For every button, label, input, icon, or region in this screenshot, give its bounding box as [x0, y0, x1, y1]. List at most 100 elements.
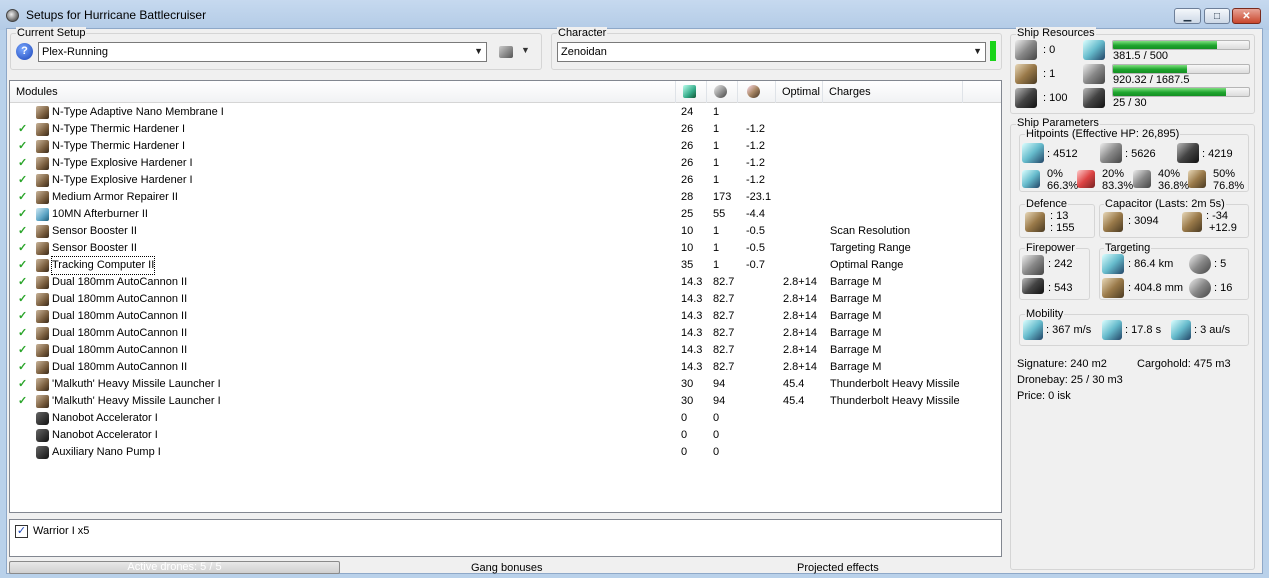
module-name: Dual 180mm AutoCannon II [52, 276, 188, 288]
targeting-range-icon [1102, 254, 1124, 274]
missile-launcher-icon [36, 395, 49, 408]
module-row[interactable]: ✓ 'Malkuth' Heavy Missile Launcher I 30 94 4… [10, 393, 1001, 410]
module-row[interactable]: ✓ N-Type Explosive Hardener I 26 1 -1.2 [10, 172, 1001, 189]
column-header-powergrid[interactable] [707, 81, 738, 103]
module-row[interactable]: ✓ Sensor Booster II 10 1 -0.5 Targeting Range [10, 240, 1001, 257]
module-cpu: 0 [681, 429, 688, 441]
align-time-icon [1102, 320, 1122, 340]
module-row[interactable]: ✓ N-Type Thermic Hardener I 26 1 -1.2 [10, 138, 1001, 155]
hardener-icon [36, 106, 49, 119]
minimize-button[interactable]: ▁ [1174, 8, 1201, 24]
armor-repairer-icon [36, 191, 49, 204]
module-name: Dual 180mm AutoCannon II [52, 293, 188, 305]
targeting-label: Targeting [1104, 242, 1152, 254]
module-row[interactable]: Nanobot Accelerator I 0 0 [10, 410, 1001, 427]
module-row[interactable]: Nanobot Accelerator I 0 0 [10, 427, 1001, 444]
module-cpu: 0 [681, 412, 688, 424]
column-header-modules[interactable]: Modules [10, 81, 676, 103]
module-row[interactable]: ✓ Dual 180mm AutoCannon II 14.3 82.7 2.8+14 B… [10, 291, 1001, 308]
module-cpu: 10 [681, 242, 694, 254]
title-bar[interactable]: Setups for Hurricane Battlecruiser ▁ □ ✕ [0, 0, 1269, 30]
gang-bonuses-tab[interactable]: Gang bonuses [471, 562, 543, 574]
close-icon: ✕ [1242, 10, 1251, 22]
module-row[interactable]: ✓ Medium Armor Repairer II 28 173 -23.1 [10, 189, 1001, 206]
close-button[interactable]: ✕ [1232, 8, 1261, 24]
column-header-capacitor[interactable] [738, 81, 776, 103]
price: Price: 0 isk [1017, 390, 1071, 402]
drones-list[interactable]: ✓ Warrior I x5 [9, 519, 1002, 557]
module-row[interactable]: ✓ N-Type Explosive Hardener I 26 1 -1.2 [10, 155, 1001, 172]
module-powergrid: 82.7 [713, 327, 735, 339]
module-row[interactable]: ✓ Sensor Booster II 10 1 -0.5 Scan Resolution [10, 223, 1001, 240]
shield-hp: : 4512 [1047, 148, 1078, 160]
module-row[interactable]: N-Type Adaptive Nano Membrane I 24 1 [10, 104, 1001, 121]
character-select[interactable]: Zenoidan ▼ [557, 42, 986, 62]
module-cpu: 28 [681, 191, 694, 203]
module-charges: Targeting Range [830, 242, 911, 254]
calibration: : 100 [1043, 92, 1068, 104]
minimize-icon: ▁ [1183, 10, 1192, 22]
active-drones-progress: Active drones: 5 / 5 [9, 561, 340, 574]
active-check-icon: ✓ [18, 378, 28, 390]
em-resist-bottom: 66.3% [1047, 180, 1079, 192]
module-row[interactable]: ✓ Dual 180mm AutoCannon II 14.3 82.7 2.8+14 B… [10, 274, 1001, 291]
hardener-icon [36, 123, 49, 136]
ship-menu-button[interactable]: ▼ [497, 44, 531, 60]
column-header-cpu[interactable] [676, 81, 707, 103]
module-row[interactable]: ✓ Dual 180mm AutoCannon II 14.3 82.7 2.8+14 B… [10, 359, 1001, 376]
help-icon[interactable]: ? [16, 43, 33, 60]
column-header-optimal[interactable]: Optimal [776, 81, 823, 103]
module-row[interactable]: ✓ N-Type Thermic Hardener I 26 1 -1.2 [10, 121, 1001, 138]
chevron-down-icon: ▼ [474, 46, 483, 56]
ship-icon [499, 46, 513, 58]
module-name: N-Type Thermic Hardener I [52, 123, 186, 135]
sensor-strength: : 16 [1214, 282, 1233, 294]
kinetic-resist-top: 40% [1158, 168, 1181, 180]
setup-select[interactable]: Plex-Running ▼ [38, 42, 487, 62]
module-cpu: 24 [681, 106, 694, 118]
module-row[interactable]: ✓ Dual 180mm AutoCannon II 14.3 82.7 2.8+14 B… [10, 308, 1001, 325]
active-check-icon: ✓ [18, 157, 28, 169]
module-powergrid: 82.7 [713, 276, 735, 288]
capacitor-icon [1103, 212, 1123, 232]
modules-list[interactable]: Modules Optimal Charges N-Type Adaptive … [9, 80, 1002, 513]
module-powergrid: 94 [713, 395, 726, 407]
module-powergrid: 0 [713, 446, 720, 458]
module-row[interactable]: ✓ 10MN Afterburner II 25 55 -4.4 [10, 206, 1001, 223]
firepower-b: : 543 [1048, 282, 1073, 294]
active-check-icon: ✓ [18, 123, 28, 135]
module-name: N-Type Thermic Hardener I [52, 140, 186, 152]
active-check-icon: ✓ [18, 208, 28, 220]
module-cpu: 14.3 [681, 276, 703, 288]
tracking-computer-icon [36, 259, 49, 272]
firepower-a: : 242 [1048, 258, 1073, 270]
column-header-charges[interactable]: Charges [823, 81, 963, 103]
module-optimal: 2.8+14 [783, 276, 817, 288]
armor-hp: : 5626 [1125, 148, 1156, 160]
drone-item[interactable]: Warrior I x5 [33, 525, 89, 537]
maximize-button[interactable]: □ [1204, 8, 1230, 24]
kinetic-resist-bottom: 36.8% [1158, 180, 1190, 192]
powergrid-value: 920.32 / 1687.5 [1113, 74, 1190, 86]
module-row[interactable]: ✓ 'Malkuth' Heavy Missile Launcher I 30 94 4… [10, 376, 1001, 393]
hardener-icon [36, 140, 49, 153]
cpu-bar-fill [1113, 41, 1217, 49]
module-name: N-Type Adaptive Nano Membrane I [52, 106, 224, 118]
thermal-resist-bottom: 83.3% [1102, 180, 1134, 192]
module-optimal: 2.8+14 [783, 344, 817, 356]
module-row[interactable]: ✓ Dual 180mm AutoCannon II 14.3 82.7 2.8+14 B… [10, 325, 1001, 342]
module-row[interactable]: ✓ Dual 180mm AutoCannon II 14.3 82.7 2.8+14 B… [10, 342, 1001, 359]
module-powergrid: 82.7 [713, 310, 735, 322]
defence-b: : 155 [1050, 222, 1075, 234]
module-row[interactable]: ✓ Tracking Computer II 35 1 -0.7 Optimal Rang… [10, 256, 1001, 275]
chevron-down-icon: ▼ [521, 45, 530, 55]
ship-resources-label: Ship Resources [1016, 27, 1096, 39]
hardener-icon [36, 174, 49, 187]
drone-checkbox[interactable]: ✓ [15, 525, 28, 538]
module-name: Dual 180mm AutoCannon II [52, 327, 188, 339]
module-row[interactable]: Auxiliary Nano Pump I 0 0 [10, 444, 1001, 461]
capacitor-delta-a: : -34 [1206, 210, 1229, 222]
projected-effects-tab[interactable]: Projected effects [797, 562, 879, 574]
autocannon-icon [36, 344, 49, 357]
shield-icon [1022, 143, 1044, 163]
